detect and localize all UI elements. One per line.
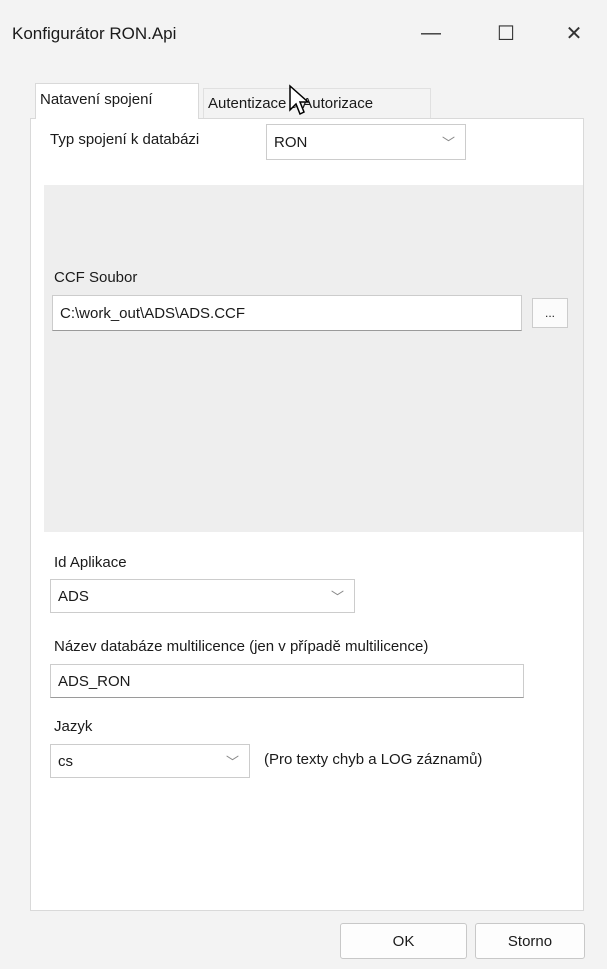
- title-bar: Konfigurátor RON.Api — ☐ ✕: [0, 0, 607, 68]
- mouse-cursor-icon: [289, 84, 310, 116]
- language-hint: (Pro texty chyb a LOG záznamů): [264, 751, 483, 768]
- minimize-button[interactable]: —: [408, 14, 454, 52]
- tab-authentication[interactable]: Autentizace a Autorizace: [203, 88, 431, 118]
- ok-button[interactable]: OK: [340, 923, 467, 959]
- connection-type-select[interactable]: RON ﹀: [266, 124, 466, 160]
- language-select[interactable]: cs ﹀: [50, 744, 250, 778]
- browse-button[interactable]: ...: [532, 298, 568, 328]
- ccf-settings-region: [44, 185, 583, 532]
- multilicence-value: ADS_RON: [58, 672, 131, 690]
- app-id-select[interactable]: ADS ﹀: [50, 579, 355, 613]
- language-label: Jazyk: [54, 718, 93, 735]
- multilicence-input[interactable]: ADS_RON: [50, 664, 524, 698]
- close-button[interactable]: ✕: [551, 14, 597, 52]
- connection-type-label: Typ spojení k databázi: [50, 131, 200, 148]
- tab-connection-settings[interactable]: Natavení spojení: [35, 83, 199, 119]
- ccf-file-value: C:\work_out\ADS\ADS.CCF: [60, 304, 246, 322]
- maximize-button[interactable]: ☐: [483, 14, 529, 52]
- chevron-down-icon: ﹀: [330, 589, 344, 605]
- connection-type-value: RON: [274, 133, 308, 151]
- chevron-down-icon: ﹀: [225, 754, 239, 770]
- ccf-file-label: CCF Soubor: [54, 269, 138, 286]
- ccf-file-input[interactable]: C:\work_out\ADS\ADS.CCF: [52, 295, 522, 331]
- app-id-label: Id Aplikace: [54, 554, 127, 571]
- multilicence-label: Název databáze multilicence (jen v přípa…: [54, 638, 429, 655]
- cancel-button[interactable]: Storno: [475, 923, 585, 959]
- language-value: cs: [58, 752, 73, 770]
- chevron-down-icon: ﹀: [441, 135, 455, 151]
- app-id-value: ADS: [58, 587, 89, 605]
- window-title: Konfigurátor RON.Api: [12, 24, 177, 43]
